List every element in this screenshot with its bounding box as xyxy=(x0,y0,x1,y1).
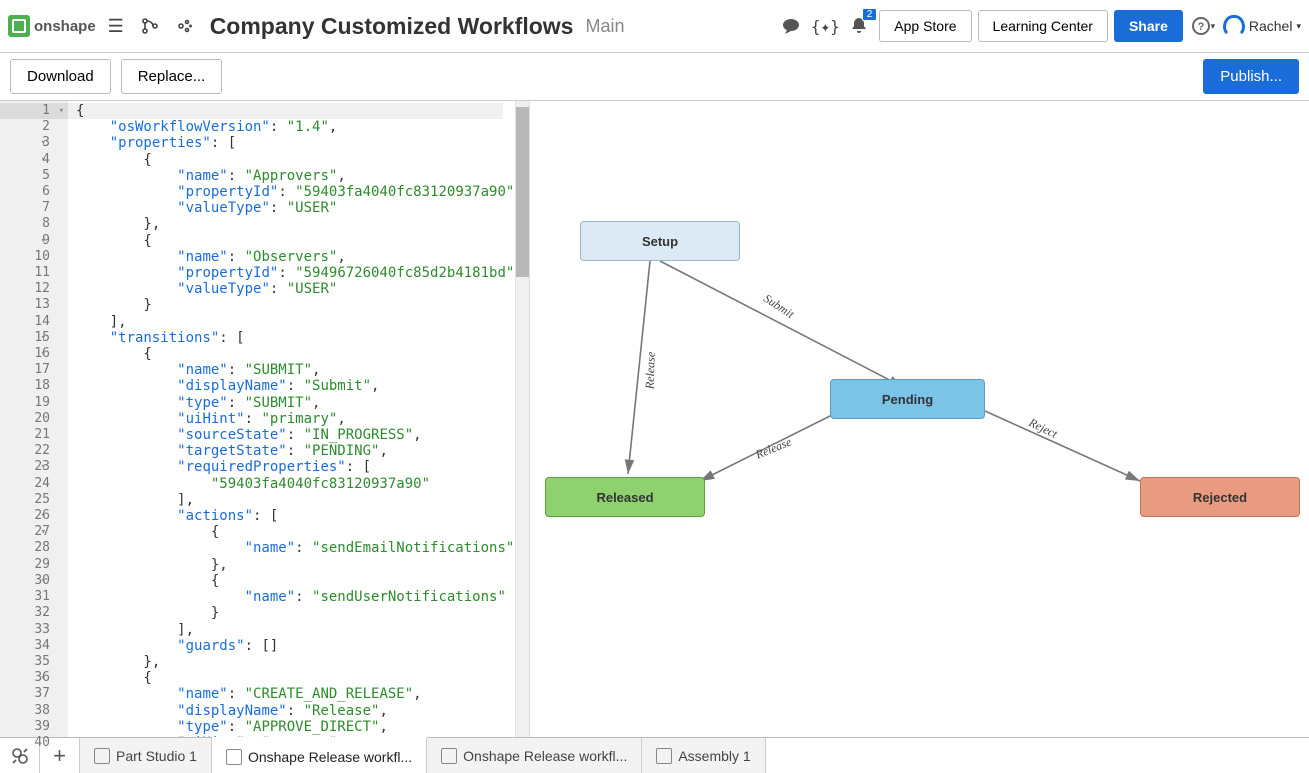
document-icon xyxy=(656,748,672,764)
svg-text:?: ? xyxy=(1197,21,1204,33)
node-rejected[interactable]: Rejected xyxy=(1140,477,1300,517)
onshape-icon xyxy=(8,15,30,37)
download-button[interactable]: Download xyxy=(10,59,111,94)
version-graph-icon[interactable] xyxy=(136,12,164,40)
vertical-scrollbar[interactable] xyxy=(515,101,529,737)
code-area[interactable]: { "osWorkflowVersion": "1.4", "propertie… xyxy=(68,101,515,737)
chevron-down-icon: ▾ xyxy=(1296,21,1301,32)
brand-logo[interactable]: onshape xyxy=(8,15,96,37)
document-icon xyxy=(94,748,110,764)
line-gutter: 1▾ 23▾4▾56789▾101112131415▾16▾1718192021… xyxy=(0,101,68,737)
main-content: 1▾ 23▾4▾56789▾101112131415▾16▾1718192021… xyxy=(0,101,1309,737)
notification-badge: 2 xyxy=(862,8,878,21)
comments-icon[interactable] xyxy=(777,12,805,40)
scrollbar-thumb[interactable] xyxy=(516,107,529,277)
document-title: Company Customized Workflows xyxy=(210,13,574,40)
json-braces-icon[interactable]: {✦} xyxy=(811,12,839,40)
learning-center-button[interactable]: Learning Center xyxy=(978,10,1108,42)
share-button[interactable]: Share xyxy=(1114,10,1183,42)
document-icon xyxy=(441,748,457,764)
tab-label: Onshape Release workfl... xyxy=(248,749,412,765)
tab-label: Assembly 1 xyxy=(678,748,750,764)
diagram-edges xyxy=(530,101,1309,737)
code-editor[interactable]: 1▾ 23▾4▾56789▾101112131415▾16▾1718192021… xyxy=(0,101,530,737)
hamburger-icon[interactable]: ☰ xyxy=(102,12,130,40)
notifications-icon[interactable]: 2 xyxy=(845,12,873,40)
replace-button[interactable]: Replace... xyxy=(121,59,223,94)
brand-text: onshape xyxy=(34,18,96,35)
help-icon[interactable]: ? ▾ xyxy=(1189,12,1217,40)
avatar-icon xyxy=(1223,15,1245,37)
edge-label-release-setup: Release xyxy=(643,352,659,390)
publish-button[interactable]: Publish... xyxy=(1203,59,1299,94)
tab-0[interactable]: Part Studio 1 xyxy=(80,738,212,773)
node-pending[interactable]: Pending xyxy=(830,379,985,419)
app-store-button[interactable]: App Store xyxy=(879,10,971,42)
tab-2[interactable]: Onshape Release workfl... xyxy=(427,738,642,773)
editor-toolbar: Download Replace... Publish... xyxy=(0,53,1309,101)
tab-label: Onshape Release workfl... xyxy=(463,748,627,764)
node-released[interactable]: Released xyxy=(545,477,705,517)
app-header: onshape ☰ Company Customized Workflows M… xyxy=(0,0,1309,53)
tab-label: Part Studio 1 xyxy=(116,748,197,764)
node-setup[interactable]: Setup xyxy=(580,221,740,261)
user-name: Rachel xyxy=(1249,18,1293,34)
tab-3[interactable]: Assembly 1 xyxy=(642,738,765,773)
user-menu[interactable]: Rachel ▾ xyxy=(1223,15,1301,37)
tab-1[interactable]: Onshape Release workfl... xyxy=(212,737,427,773)
workflow-diagram[interactable]: Setup Pending Released Rejected Submit R… xyxy=(530,101,1309,737)
tab-bar: + Part Studio 1Onshape Release workfl...… xyxy=(0,737,1309,773)
document-branch[interactable]: Main xyxy=(585,16,624,37)
insert-icon[interactable] xyxy=(170,12,198,40)
document-icon xyxy=(226,749,242,765)
